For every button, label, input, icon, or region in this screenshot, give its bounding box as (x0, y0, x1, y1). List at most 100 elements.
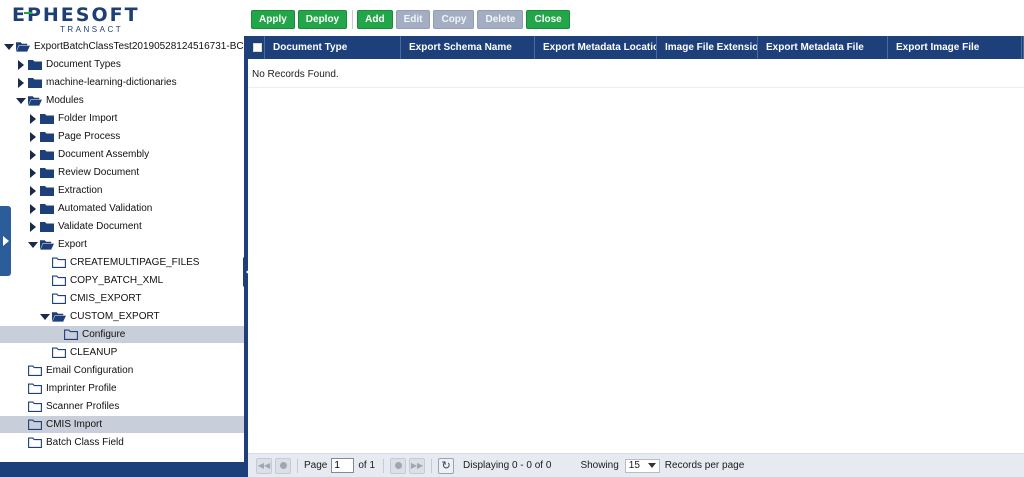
prev-page-button[interactable] (275, 457, 291, 474)
tree-node-batch-class-field[interactable]: Batch Class Field (16, 434, 124, 451)
tree-node-label: CMIS Import (46, 419, 103, 430)
folder-closed-icon (40, 203, 54, 215)
navigation-panel: EPHESOFT TRANSACT ExportBatchClassTest20… (0, 0, 256, 477)
page-number-input[interactable] (331, 458, 355, 473)
last-page-icon: ▶▶ (410, 461, 424, 470)
tree-node-configure[interactable]: Configure (0, 326, 244, 343)
caret-down-icon[interactable] (4, 42, 14, 52)
delete-button[interactable]: Delete (477, 10, 524, 29)
refresh-button[interactable]: ↻ (438, 457, 455, 474)
tree-node-createmultipage-files[interactable]: CREATEMULTIPAGE_FILES (40, 254, 199, 271)
tree-node-page-process[interactable]: Page Process (28, 128, 120, 145)
tree-node-label: ExportBatchClassTest20190528124516731-BC… (34, 41, 256, 52)
tree-node-label: COPY_BATCH_XML (70, 275, 164, 286)
tree-node-document-assembly[interactable]: Document Assembly (28, 146, 149, 163)
apply-button[interactable]: Apply (251, 10, 295, 29)
column-header-document-type[interactable]: Document Type (265, 36, 401, 59)
tree-node-label: CUSTOM_EXPORT (70, 311, 160, 322)
caret-right-icon[interactable] (28, 185, 38, 196)
left-panel-footer (0, 462, 245, 477)
select-all-checkbox[interactable] (248, 36, 265, 59)
caret-down-icon[interactable] (16, 96, 26, 106)
caret-down-icon[interactable] (40, 312, 50, 322)
folder-open-icon (28, 95, 42, 107)
tree-node-custom-export[interactable]: CUSTOM_EXPORT (40, 308, 160, 325)
caret-right-icon[interactable] (28, 203, 38, 214)
expand-side-panel-button[interactable] (0, 206, 11, 276)
caret-right-icon[interactable] (16, 59, 26, 70)
copy-button[interactable]: Copy (433, 10, 475, 29)
caret-right-icon[interactable] (28, 221, 38, 232)
column-header-export-image-file[interactable]: Export Image File (888, 36, 1022, 59)
first-page-button[interactable]: ◀◀ (256, 457, 272, 474)
next-page-button[interactable] (390, 457, 407, 474)
folder-closed-icon (28, 59, 42, 71)
showing-label: Showing (580, 460, 619, 471)
chevron-right-icon (2, 236, 9, 246)
empty-message: No Records Found. (252, 69, 339, 80)
page-size-value: 15 (628, 460, 640, 471)
tree-node-validate-document[interactable]: Validate Document (28, 218, 142, 235)
tree-node-modules[interactable]: Modules (16, 92, 84, 109)
tree-node-email-configuration[interactable]: Email Configuration (16, 362, 133, 379)
tree-node-cmis-export[interactable]: CMIS_EXPORT (40, 290, 142, 307)
prev-page-icon (279, 462, 287, 469)
folder-outline-icon (28, 383, 42, 395)
grid-header: Document Type Export Schema Name Export … (248, 36, 1024, 59)
tree-node-folder-import[interactable]: Folder Import (28, 110, 117, 127)
chevron-down-icon (647, 463, 656, 468)
pager-divider (297, 458, 298, 473)
folder-open-icon (40, 239, 54, 251)
folder-closed-icon (40, 113, 54, 125)
tree-node-cleanup[interactable]: CLEANUP (40, 344, 117, 361)
tree-node-extraction[interactable]: Extraction (28, 182, 102, 199)
caret-down-icon[interactable] (28, 240, 38, 250)
caret-right-icon[interactable] (28, 167, 38, 178)
deploy-button[interactable]: Deploy (297, 10, 348, 29)
tree-node-scanner-profiles[interactable]: Scanner Profiles (16, 398, 119, 415)
last-page-button[interactable]: ▶▶ (409, 457, 426, 474)
folder-outline-icon (52, 257, 66, 269)
caret-right-icon[interactable] (28, 149, 38, 160)
column-header-export-metadata-location[interactable]: Export Metadata Location (535, 36, 657, 59)
pager-divider (383, 458, 385, 473)
tree-node-document-types[interactable]: Document Types (16, 56, 121, 73)
tree-node-label: machine-learning-dictionaries (46, 77, 177, 88)
pager-divider (431, 458, 433, 473)
tree-node-label: Imprinter Profile (46, 383, 117, 394)
close-button[interactable]: Close (526, 10, 570, 29)
column-header-image-file-extensions[interactable]: Image File Extensions (657, 36, 758, 59)
tree-node-machine-learning-dictionaries[interactable]: machine-learning-dictionaries (16, 74, 177, 91)
logo-tagline: TRANSACT (60, 25, 124, 34)
tree-node-imprinter-profile[interactable]: Imprinter Profile (16, 380, 117, 397)
tree-node-copy-batch-xml[interactable]: COPY_BATCH_XML (40, 272, 163, 289)
tree-node-label: Scanner Profiles (46, 401, 120, 412)
tree-node-cmis-import[interactable]: CMIS Import (0, 416, 244, 433)
tree-node-exportbatchclasstest20190528124516731-bc1a[interactable]: ExportBatchClassTest20190528124516731-BC… (4, 38, 256, 55)
folder-closed-icon (28, 77, 42, 89)
page-size-select[interactable]: 15 (624, 458, 660, 473)
folder-outline-icon (28, 437, 42, 449)
caret-right-icon[interactable] (28, 113, 38, 124)
column-header-export-metadata-file[interactable]: Export Metadata File (758, 36, 888, 59)
caret-right-icon[interactable] (28, 131, 38, 142)
tree-node-automated-validation[interactable]: Automated Validation (28, 200, 152, 217)
column-header-export-schema-name[interactable]: Export Schema Name (401, 36, 535, 59)
tree-node-export[interactable]: Export (28, 236, 87, 253)
folder-outline-icon (52, 275, 66, 287)
folder-closed-icon (40, 185, 54, 197)
tree-node-label: CREATEMULTIPAGE_FILES (70, 257, 200, 268)
tree-node-label: Review Document (58, 167, 140, 178)
row-divider (248, 87, 1024, 88)
folder-outline-icon (28, 419, 42, 431)
tree-node-label: Document Types (46, 59, 121, 70)
edit-button[interactable]: Edit (395, 10, 431, 29)
add-button[interactable]: Add (357, 10, 393, 29)
caret-right-icon[interactable] (16, 77, 26, 88)
tree-node-review-document[interactable]: Review Document (28, 164, 139, 181)
folder-closed-icon (40, 149, 54, 161)
